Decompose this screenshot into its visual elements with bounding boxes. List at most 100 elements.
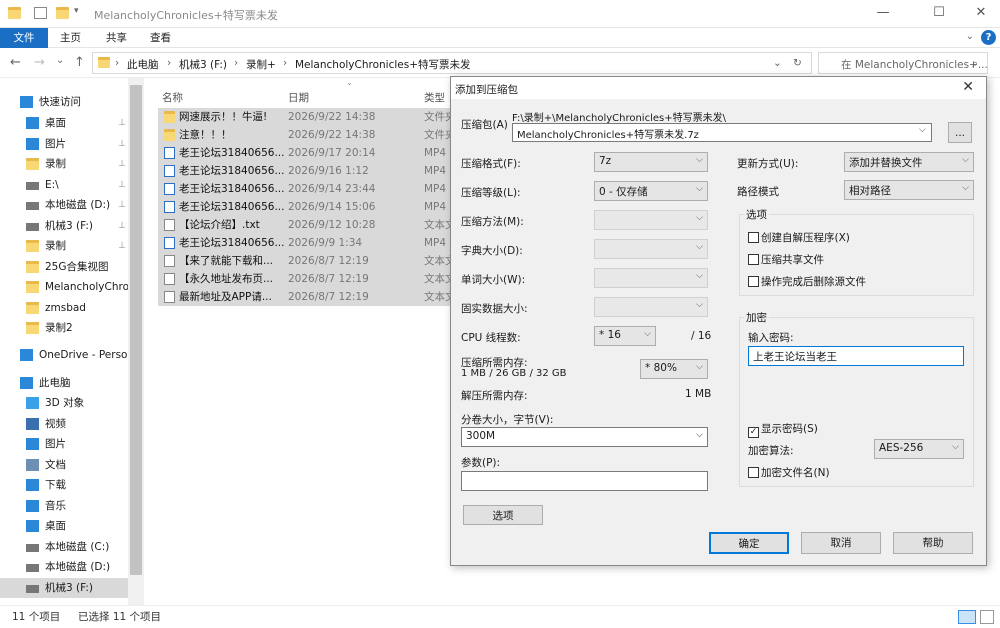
sidebar-item[interactable]: 图片 ⊥ [0,134,132,154]
details-view-icon[interactable] [958,610,976,624]
sidebar-item[interactable]: 音乐 [0,496,132,516]
sidebar-item[interactable]: 桌面 ⊥ [0,113,132,133]
threads-select[interactable]: * 16 ⌵ [594,326,656,346]
sidebar-item-label: 桌面 [45,520,66,532]
sidebar-item[interactable]: 本地磁盘 (D:) ⊥ [0,195,132,215]
file-row[interactable]: 老王论坛31840656... 2026/9/9 1:34 MP4 [158,234,450,252]
file-row[interactable]: 老王论坛31840656... 2026/9/16 1:12 MP4 [158,162,450,180]
sidebar-item[interactable]: 本地磁盘 (D:) [0,557,132,577]
video-file-icon [164,201,175,213]
file-row[interactable]: 网速展示！！牛逼! 2026/9/22 14:38 文件夹 [158,108,450,126]
refresh-button[interactable]: ↻ [793,57,802,69]
sidebar-scrollbar-thumb[interactable] [130,85,142,575]
close-button[interactable]: ✕ [958,0,1000,28]
sidebar-item[interactable]: 录制2 [0,318,132,338]
file-row[interactable]: 老王论坛31840656... 2026/9/17 20:14 MP4 [158,144,450,162]
recent-locations-button[interactable]: ⌄ [56,55,64,66]
search-input[interactable]: 在 MelancholyChronicles+... [818,52,988,74]
password-input[interactable]: 上老王论坛当老王 [748,346,964,366]
delete-after-checkbox[interactable]: 操作完成后删除源文件 [748,274,866,289]
new-folder-icon[interactable] [56,7,69,19]
selected-count: 已选择 11 个项目 [78,611,162,623]
column-header-type[interactable]: 类型 [424,90,445,105]
sidebar-item[interactable]: 25G合集视图 [0,257,132,277]
ok-button[interactable]: 确定 [709,532,789,554]
expand-ribbon-icon[interactable]: ⌄ [966,31,974,42]
sidebar-item-label: 音乐 [45,500,66,512]
sidebar-item[interactable]: 3D 对象 [0,393,132,413]
file-row[interactable]: 老王论坛31840656... 2026/9/14 23:44 MP4 [158,180,450,198]
compress-shared-checkbox[interactable]: 压缩共享文件 [748,252,824,267]
minimize-button[interactable]: — [860,0,906,28]
address-bar[interactable]: › 此电脑 › 机械3 (F:) › 录制+ › MelancholyChron… [92,52,812,74]
column-header-date[interactable]: 日期 [288,90,309,105]
sidebar-item[interactable]: 此电脑 [0,373,132,393]
sidebar-item[interactable]: 下载 [0,475,132,495]
volume-size-input[interactable]: 300M ⌵ [461,427,708,447]
large-icons-view-icon[interactable] [980,610,994,624]
create-sfx-checkbox[interactable]: 创建自解压程序(X) [748,230,850,245]
star-icon [20,96,33,108]
forward-button[interactable]: → [34,55,45,70]
file-type: 文本文 [424,255,450,267]
tab-view[interactable]: 查看 [150,28,171,48]
file-row[interactable]: 最新地址及APP请... 2026/8/7 12:19 文本文 [158,288,450,306]
level-select[interactable]: 0 - 仅存储 ⌵ [594,181,708,201]
breadcrumb-this-pc[interactable]: 此电脑 [127,57,159,72]
file-row[interactable]: 【论坛介绍】.txt 2026/9/12 10:28 文本文 [158,216,450,234]
browse-button[interactable]: ... [948,122,972,143]
help-icon[interactable]: ? [981,30,996,45]
column-header-name[interactable]: 名称 [162,90,183,105]
sidebar-item[interactable]: zmsbad [0,298,132,318]
cancel-button[interactable]: 取消 [801,532,881,554]
tab-home[interactable]: 主页 [60,28,81,48]
up-button[interactable]: ↑ [74,55,85,70]
sidebar-item[interactable]: 图片 [0,434,132,454]
sidebar-item[interactable]: OneDrive - Personal [0,345,132,365]
breadcrumb-recording[interactable]: 录制+ [246,57,276,72]
file-row[interactable]: 老王论坛31840656... 2026/9/14 15:06 MP4 [158,198,450,216]
dialog-close-button[interactable]: ✕ [962,79,974,95]
encryption-method-select[interactable]: AES-256 ⌵ [874,439,964,459]
archive-name-input[interactable]: MelancholyChronicles+特写票未发.7z [512,123,932,142]
tab-share[interactable]: 共享 [106,28,127,48]
word-size-select[interactable]: ⌵ [594,268,708,288]
tab-file[interactable]: 文件 [0,28,48,48]
help-button[interactable]: 帮助 [893,532,973,554]
method-select[interactable]: ⌵ [594,210,708,230]
properties-icon[interactable] [34,7,47,19]
dictionary-select[interactable]: ⌵ [594,239,708,259]
sidebar-item[interactable]: MelancholyChronicles [0,277,132,297]
quick-access-toolbar-dropdown[interactable]: ▾ [74,6,79,16]
sidebar-item[interactable]: 视频 [0,414,132,434]
path-mode-select[interactable]: 相对路径 ⌵ [844,180,974,200]
file-row[interactable]: 【永久地址发布页... 2026/8/7 12:19 文本文 [158,270,450,288]
breadcrumb-drive-f[interactable]: 机械3 (F:) [179,57,227,72]
format-select[interactable]: 7z ⌵ [594,152,708,172]
parameters-input[interactable] [461,471,708,491]
sidebar-item[interactable]: 本地磁盘 (C:) [0,537,132,557]
breadcrumb-current-folder[interactable]: MelancholyChronicles+特写票未发 [295,57,471,72]
memory-percent-select[interactable]: * 80% ⌵ [640,359,708,379]
file-row[interactable]: 【来了就能下载和... 2026/8/7 12:19 文本文 [158,252,450,270]
update-mode-select[interactable]: 添加并替换文件 ⌵ [844,152,974,172]
show-password-checkbox[interactable]: ✓ 显示密码(S) [748,421,818,438]
maximize-button[interactable]: ☐ [916,0,962,28]
sidebar-item[interactable]: 机械3 (F:) [0,578,132,598]
sidebar-item[interactable]: 机械3 (F:) ⊥ [0,216,132,236]
sidebar-item[interactable]: 文档 [0,455,132,475]
text-file-icon [164,273,175,285]
back-button[interactable]: ← [10,55,21,70]
options-button[interactable]: 选项 [463,505,543,525]
sidebar-item[interactable]: E:\ ⊥ [0,175,132,195]
sidebar-item[interactable]: 录制 ⊥ [0,236,132,256]
encrypt-names-checkbox[interactable]: 加密文件名(N) [748,465,830,480]
sidebar-item[interactable]: 桌面 [0,516,132,536]
drive-icon [26,182,39,190]
sidebar-item[interactable]: 录制 ⊥ [0,154,132,174]
file-row[interactable]: 注意！！！ 2026/9/22 14:38 文件夹 [158,126,450,144]
solid-block-select[interactable]: ⌵ [594,297,708,317]
sidebar-item[interactable]: 快速访问 [0,92,132,112]
address-dropdown-icon[interactable]: ⌄ [773,57,782,69]
archive-name-dropdown-icon[interactable]: ⌵ [919,125,926,135]
